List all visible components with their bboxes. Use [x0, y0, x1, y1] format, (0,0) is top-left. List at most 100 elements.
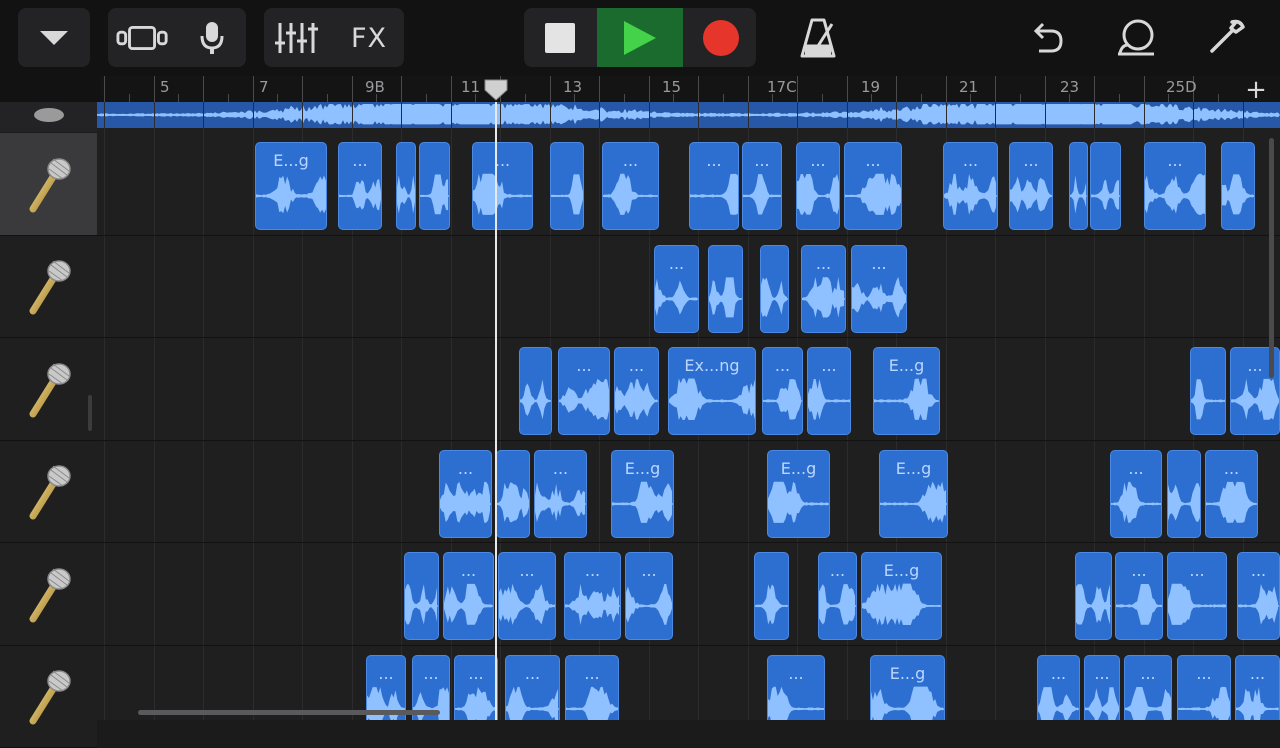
audio-region[interactable]: ...	[1115, 552, 1163, 640]
audio-region[interactable]: ...	[602, 142, 659, 230]
track-header-1[interactable]	[0, 133, 97, 235]
audio-region[interactable]	[519, 347, 552, 435]
audio-region[interactable]: ...	[767, 654, 825, 720]
playhead-line	[495, 102, 497, 720]
audio-region[interactable]: E...g	[861, 552, 942, 640]
audio-region[interactable]	[1090, 142, 1121, 230]
record-button[interactable]	[697, 14, 745, 62]
audio-region[interactable]	[404, 552, 439, 640]
audio-region[interactable]	[1190, 347, 1226, 435]
waveform	[420, 174, 449, 215]
audio-region[interactable]	[760, 244, 789, 333]
top-track-strip[interactable]	[97, 102, 1280, 128]
playhead-handle[interactable]	[482, 78, 510, 102]
audio-region[interactable]: ...	[654, 244, 699, 333]
stop-button[interactable]	[536, 14, 584, 62]
audio-region[interactable]: ...	[505, 654, 560, 720]
track-header-3[interactable]	[0, 338, 97, 440]
audio-region[interactable]	[1221, 142, 1255, 230]
audio-region[interactable]: ...	[565, 654, 619, 720]
audio-region[interactable]	[550, 142, 584, 230]
loops-button[interactable]	[1112, 14, 1160, 62]
audio-region[interactable]: ...	[943, 142, 998, 230]
audio-region[interactable]: ...	[558, 347, 610, 435]
vertical-scrollbar[interactable]	[1269, 138, 1274, 378]
audio-region[interactable]: ...	[742, 142, 782, 230]
audio-region[interactable]: Ex...ng	[668, 347, 756, 435]
track-header-2[interactable]	[0, 235, 97, 337]
waveform	[440, 481, 491, 523]
audio-region[interactable]	[1167, 449, 1201, 538]
audio-region[interactable]: E...g	[611, 449, 674, 538]
wrench-icon	[1210, 19, 1245, 53]
waveform	[1091, 179, 1120, 211]
audio-region[interactable]: ...	[818, 552, 857, 640]
tracks-area[interactable]: E...g...................................…	[97, 102, 1280, 720]
add-section-button[interactable]: +	[1242, 77, 1270, 103]
audio-region[interactable]: ...	[1205, 449, 1258, 538]
audio-region[interactable]: ...	[851, 244, 907, 333]
audio-region[interactable]: E...g	[873, 347, 940, 435]
play-button[interactable]	[597, 8, 683, 67]
timeline-ruler[interactable]: 5 7 9B 11 13 15 17C 19 21 23 25D	[0, 76, 1280, 102]
audio-region[interactable]: ...	[454, 654, 498, 720]
waveform	[1178, 686, 1230, 720]
audio-region[interactable]: ...	[1167, 552, 1227, 640]
audio-region[interactable]: ...	[762, 347, 803, 435]
audio-region[interactable]	[419, 142, 450, 230]
audio-region[interactable]: ...	[338, 142, 382, 230]
audio-region[interactable]: ...	[801, 244, 846, 333]
audio-region[interactable]: ...	[844, 142, 902, 230]
track-header-partial[interactable]	[0, 102, 97, 132]
microphone-button[interactable]	[188, 14, 236, 62]
region-label: ...	[754, 151, 770, 170]
audio-region[interactable]: ...	[439, 449, 492, 538]
audio-region[interactable]	[1069, 142, 1088, 230]
settings-button[interactable]	[1202, 14, 1250, 62]
audio-region[interactable]: ...	[807, 347, 851, 435]
audio-region[interactable]: ...	[1037, 654, 1080, 720]
audio-region[interactable]: ...	[1235, 654, 1280, 720]
audio-region[interactable]	[496, 449, 530, 538]
browser-menu-button[interactable]	[18, 8, 90, 67]
track-header-4[interactable]	[0, 440, 97, 542]
audio-region[interactable]: ...	[625, 552, 673, 640]
mixer-button[interactable]	[272, 14, 320, 62]
fx-button[interactable]: FX	[342, 14, 396, 62]
audio-region[interactable]: ...	[1110, 449, 1162, 538]
audio-region[interactable]: E...g	[255, 142, 327, 230]
undo-button[interactable]	[1022, 14, 1070, 62]
header-resize-handle[interactable]	[88, 395, 92, 431]
audio-region[interactable]: ...	[689, 142, 739, 230]
audio-region[interactable]: ...	[1009, 142, 1053, 230]
audio-region[interactable]: ...	[472, 142, 533, 230]
track-header-5[interactable]	[0, 543, 97, 645]
audio-region[interactable]	[1075, 552, 1112, 640]
audio-region[interactable]: ...	[443, 552, 494, 640]
audio-region[interactable]: ...	[1237, 552, 1280, 640]
audio-region[interactable]: E...g	[879, 449, 948, 538]
ruler-tick	[797, 76, 798, 102]
waveform	[655, 278, 698, 316]
metronome-button[interactable]	[794, 14, 842, 62]
audio-region[interactable]: ...	[564, 552, 621, 640]
audio-region[interactable]: E...g	[870, 654, 945, 720]
bar-number: 25D	[1166, 78, 1197, 96]
audio-region[interactable]: ...	[498, 552, 556, 640]
tracks-view-button[interactable]	[116, 14, 170, 62]
track-header-6[interactable]	[0, 645, 97, 747]
audio-region[interactable]: ...	[1084, 654, 1120, 720]
audio-region[interactable]: ...	[1144, 142, 1206, 230]
audio-region[interactable]: ...	[1124, 654, 1172, 720]
waveform	[880, 481, 947, 523]
audio-region[interactable]: ...	[1177, 654, 1231, 720]
audio-region[interactable]	[708, 244, 743, 333]
audio-region[interactable]	[396, 142, 416, 230]
audio-region[interactable]: ...	[796, 142, 840, 230]
audio-region[interactable]: E...g	[767, 449, 830, 538]
audio-region[interactable]: ...	[534, 449, 587, 538]
audio-region[interactable]: ...	[614, 347, 659, 435]
audio-region[interactable]	[754, 552, 789, 640]
horizontal-scrollbar[interactable]	[138, 710, 440, 715]
waveform	[339, 179, 381, 211]
